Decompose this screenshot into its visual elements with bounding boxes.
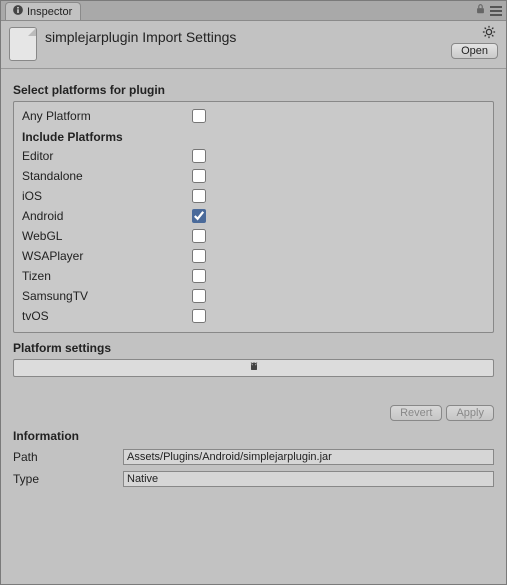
platform-checkbox[interactable] — [192, 209, 206, 223]
platform-label: WSAPlayer — [22, 249, 192, 263]
tab-label: Inspector — [27, 6, 72, 18]
platform-row: Editor — [22, 146, 485, 166]
asset-header: simplejarplugin Import Settings Open — [1, 21, 506, 69]
platform-row: WSAPlayer — [22, 246, 485, 266]
platform-checkbox[interactable] — [192, 309, 206, 323]
platform-label: tvOS — [22, 309, 192, 323]
any-platform-checkbox[interactable] — [192, 109, 206, 123]
platform-row: WebGL — [22, 226, 485, 246]
path-label: Path — [13, 450, 123, 464]
information-title: Information — [13, 429, 494, 443]
select-platforms-title: Select platforms for plugin — [13, 83, 494, 97]
inspector-body: Select platforms for plugin Any Platform… — [1, 69, 506, 584]
inspector-tab[interactable]: Inspector — [5, 2, 81, 20]
type-label: Type — [13, 472, 123, 486]
select-platforms-box: Any Platform Include Platforms Editor Sta… — [13, 101, 494, 333]
footer-buttons: Revert Apply — [13, 405, 494, 421]
info-type-row: Type — [13, 469, 494, 489]
apply-button[interactable]: Apply — [446, 405, 494, 421]
platform-settings-title: Platform settings — [13, 341, 494, 355]
platform-tabstrip[interactable] — [13, 359, 494, 377]
panel-menu-icon[interactable] — [490, 6, 502, 16]
platform-label: SamsungTV — [22, 289, 192, 303]
any-platform-label: Any Platform — [22, 109, 192, 123]
info-path-row: Path — [13, 447, 494, 467]
platform-checkbox[interactable] — [192, 289, 206, 303]
path-field[interactable] — [123, 449, 494, 465]
platform-checkbox[interactable] — [192, 229, 206, 243]
platform-label: Standalone — [22, 169, 192, 183]
any-platform-row: Any Platform — [22, 106, 485, 126]
info-icon — [12, 4, 24, 19]
tabbar-right — [475, 3, 502, 18]
platform-row: SamsungTV — [22, 286, 485, 306]
platform-label: Tizen — [22, 269, 192, 283]
platform-checkbox[interactable] — [192, 169, 206, 183]
platform-row: Standalone — [22, 166, 485, 186]
include-platforms-title: Include Platforms — [22, 130, 485, 144]
platform-checkbox[interactable] — [192, 269, 206, 283]
platform-label: iOS — [22, 189, 192, 203]
android-icon — [248, 361, 260, 376]
platform-checkbox[interactable] — [192, 189, 206, 203]
platform-list: Editor Standalone iOS Android WebGL WSAPlayer… — [22, 146, 485, 326]
platform-row: tvOS — [22, 306, 485, 326]
file-icon — [9, 27, 37, 61]
platform-label: WebGL — [22, 229, 192, 243]
platform-checkbox[interactable] — [192, 149, 206, 163]
platform-row: iOS — [22, 186, 485, 206]
tab-bar: Inspector — [1, 1, 506, 21]
platform-row: Android — [22, 206, 485, 226]
inspector-panel: Inspector simplejarplugin Import Setting… — [0, 0, 507, 585]
platform-label: Android — [22, 209, 192, 223]
open-button[interactable]: Open — [451, 43, 498, 59]
type-field[interactable] — [123, 471, 494, 487]
gear-icon[interactable] — [482, 25, 496, 39]
platform-label: Editor — [22, 149, 192, 163]
platform-checkbox[interactable] — [192, 249, 206, 263]
revert-button[interactable]: Revert — [390, 405, 442, 421]
platform-row: Tizen — [22, 266, 485, 286]
lock-icon[interactable] — [475, 3, 486, 18]
page-title: simplejarplugin Import Settings — [45, 25, 498, 45]
